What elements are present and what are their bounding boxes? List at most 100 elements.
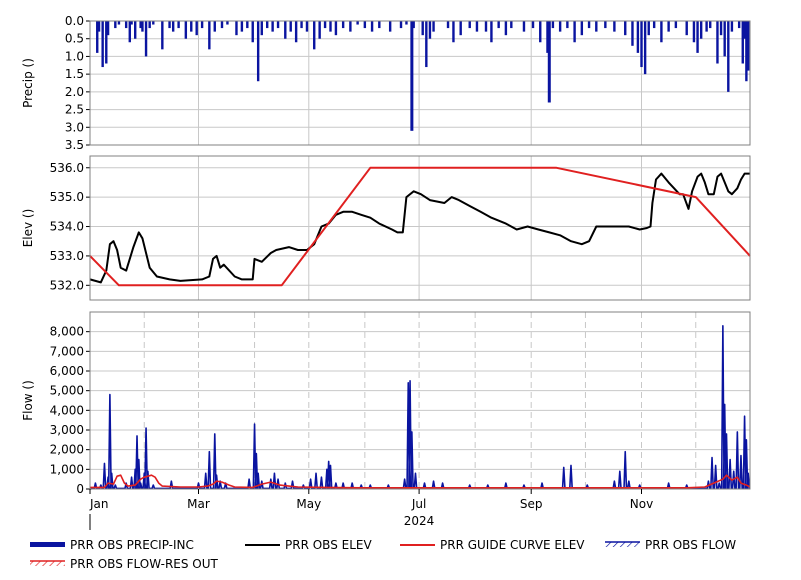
- precip-bar: [260, 21, 263, 36]
- precip-bar: [522, 21, 526, 32]
- precip-bar: [421, 21, 424, 36]
- precip-bar: [240, 21, 244, 32]
- legend-label: PRR OBS PRECIP-INC: [70, 538, 194, 552]
- precip-panel-bg: [90, 21, 750, 145]
- elev-axis-label: Elev (): [21, 209, 35, 248]
- precip-bar: [667, 21, 670, 32]
- precip-ytick-label: 0.0: [65, 14, 84, 28]
- legend-label: PRR GUIDE CURVE ELEV: [440, 538, 585, 552]
- precip-bar: [124, 21, 128, 29]
- precip-ytick-label: 2.5: [65, 103, 84, 117]
- x-tick-label-nov: Nov: [630, 497, 653, 511]
- flow-ytick-label: 3,000: [50, 423, 84, 437]
- precip-bar: [220, 21, 224, 29]
- flow-ytick-label: 5,000: [50, 384, 84, 398]
- precip-bar: [256, 21, 260, 82]
- precip-bar: [141, 21, 144, 32]
- precip-bar: [705, 21, 708, 32]
- precip-bar: [504, 21, 508, 36]
- precip-bar: [531, 21, 535, 29]
- precip-bar: [475, 21, 479, 32]
- precip-bar: [323, 21, 327, 29]
- elev-ytick-label: 533.0: [50, 249, 84, 263]
- precip-bar: [595, 21, 598, 32]
- flow-axis-label: Flow (): [21, 380, 35, 421]
- flow-panel-bg: [90, 312, 750, 489]
- precip-bar: [497, 21, 500, 29]
- precip-bar: [171, 21, 175, 32]
- elev-ytick-label: 536.0: [50, 161, 84, 175]
- legend-label: PRR OBS FLOW-RES OUT: [70, 557, 219, 571]
- precip-bar: [130, 21, 133, 25]
- x-tick-label-jan: Jan: [89, 497, 109, 511]
- precip-bar: [696, 21, 699, 53]
- precip-bar: [334, 21, 338, 36]
- precip-bar: [613, 21, 616, 32]
- precip-bar: [246, 21, 249, 29]
- hydrograph-chart: 0.0 0.5 1.0 1.5 2.0 2.5 3.0 3.5 Precip () 532.0 53…: [21, 14, 751, 571]
- precip-ytick-label: 1.5: [65, 67, 84, 81]
- precip-bar: [190, 21, 193, 32]
- precip-bar: [452, 21, 455, 43]
- precip-ytick-label: 3.5: [65, 138, 84, 152]
- flow-ytick-label: 4,000: [50, 403, 84, 417]
- precip-bar: [484, 21, 488, 32]
- precip-bar: [587, 21, 591, 29]
- precip-bar: [101, 21, 104, 68]
- precip-bar: [551, 21, 555, 29]
- precip-bar: [356, 21, 359, 25]
- precip-bar: [266, 21, 269, 29]
- elev-panel-bg: [90, 156, 750, 300]
- precip-bar: [161, 21, 164, 50]
- precip-bar: [144, 21, 148, 57]
- elev-ytick-label: 535.0: [50, 190, 84, 204]
- precip-bar: [235, 21, 238, 36]
- precip-bar: [468, 21, 471, 29]
- precip-bar: [388, 21, 392, 32]
- flow-ytick-label: 2,000: [50, 443, 84, 457]
- precip-bar: [410, 21, 414, 131]
- precip-bar: [208, 21, 211, 50]
- precip-bar: [647, 21, 650, 36]
- precip-bar: [652, 21, 656, 29]
- precip-bar: [510, 21, 513, 29]
- precip-bar: [300, 21, 303, 29]
- precip-bar: [428, 21, 432, 39]
- precip-bar: [226, 21, 229, 25]
- precip-bar: [643, 21, 647, 75]
- precip-bar: [709, 21, 712, 29]
- precip-bar: [313, 21, 316, 50]
- precip-bar: [631, 21, 634, 46]
- precip-bar: [558, 21, 562, 32]
- precip-bar: [251, 21, 254, 43]
- flow-ytick-label: 1,000: [50, 462, 84, 476]
- precip-bar: [539, 21, 542, 43]
- precip-bar: [490, 21, 493, 43]
- precip-axis-label: Precip (): [21, 58, 35, 108]
- precip-bar: [660, 21, 663, 43]
- precip-bar: [580, 21, 584, 36]
- precip-bar: [459, 21, 462, 36]
- precip-bar: [624, 21, 627, 36]
- precip-bar: [723, 21, 726, 57]
- x-tick-label-mar: Mar: [187, 497, 210, 511]
- precip-bar: [405, 21, 408, 25]
- precip-bar: [294, 21, 298, 43]
- precip-bar: [446, 21, 450, 29]
- precip-bar: [746, 21, 750, 71]
- precip-bar: [117, 21, 121, 25]
- x-tick-label-sep: Sep: [520, 497, 543, 511]
- precip-bar: [318, 21, 321, 39]
- flow-ytick-label: 0: [76, 482, 84, 496]
- precip-bar: [573, 21, 576, 43]
- precip-ytick-label: 0.5: [65, 32, 84, 46]
- elev-ytick-label: 534.0: [50, 220, 84, 234]
- precip-bar: [271, 21, 274, 32]
- precip-bar: [719, 21, 723, 36]
- precip-bar: [148, 21, 151, 29]
- precip-bar: [425, 21, 428, 68]
- flow-ytick-label: 8,000: [50, 325, 84, 339]
- precip-bar: [432, 21, 435, 32]
- precip-bar: [692, 21, 696, 43]
- precip-bar: [685, 21, 688, 36]
